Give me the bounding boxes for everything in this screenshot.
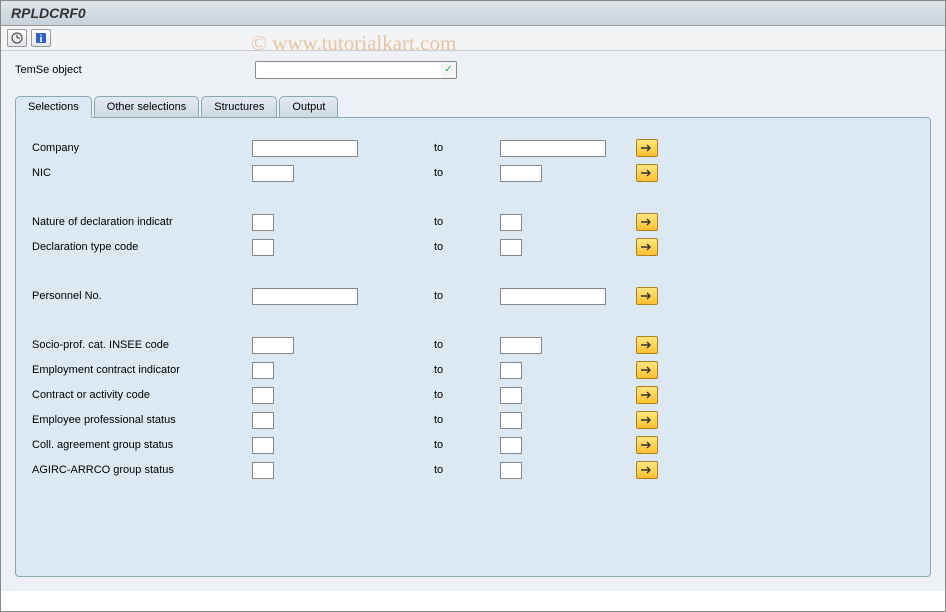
arrow-right-icon (640, 242, 654, 252)
label-emp-contract: Employment contract indicator (32, 364, 252, 376)
arrow-right-icon (640, 415, 654, 425)
row-personnel: Personnel No. to (32, 286, 914, 306)
label-emp-prof-status: Employee professional status (32, 414, 252, 426)
page-title: RPLDCRF0 (11, 5, 86, 21)
range-agirc-button[interactable] (636, 461, 658, 479)
input-personnel-to[interactable] (500, 288, 606, 305)
input-coll-agreement-to[interactable] (500, 437, 522, 454)
spacer (32, 311, 914, 333)
to-label: to (426, 241, 500, 253)
label-contract-activity: Contract or activity code (32, 389, 252, 401)
temse-section: TemSe object ✓ (1, 51, 945, 87)
range-emp-contract-button[interactable] (636, 361, 658, 379)
input-contract-activity-from[interactable] (252, 387, 274, 404)
input-socio-to[interactable] (500, 337, 542, 354)
info-button[interactable]: i (31, 29, 51, 47)
to-label: to (426, 389, 500, 401)
arrow-right-icon (640, 143, 654, 153)
input-nic-to[interactable] (500, 165, 542, 182)
to-label: to (426, 216, 500, 228)
range-decl-type-button[interactable] (636, 238, 658, 256)
to-label: to (426, 364, 500, 376)
label-decl-type: Declaration type code (32, 241, 252, 253)
label-socio: Socio-prof. cat. INSEE code (32, 339, 252, 351)
svg-text:i: i (40, 34, 43, 44)
arrow-right-icon (640, 365, 654, 375)
tab-output[interactable]: Output (279, 96, 338, 118)
input-contract-activity-to[interactable] (500, 387, 522, 404)
input-agirc-to[interactable] (500, 462, 522, 479)
tab-area: Selections Other selections Structures O… (1, 87, 945, 591)
temse-check-icon[interactable]: ✓ (441, 61, 457, 79)
info-icon: i (35, 32, 47, 44)
label-personnel: Personnel No. (32, 290, 252, 302)
range-personnel-button[interactable] (636, 287, 658, 305)
title-bar: RPLDCRF0 (1, 1, 945, 26)
input-company-from[interactable] (252, 140, 358, 157)
label-nature: Nature of declaration indicatr (32, 216, 252, 228)
spacer (32, 188, 914, 210)
to-label: to (426, 339, 500, 351)
row-socio: Socio-prof. cat. INSEE code to (32, 335, 914, 355)
row-agirc: AGIRC-ARRCO group status to (32, 460, 914, 480)
input-decl-type-from[interactable] (252, 239, 274, 256)
input-emp-prof-status-to[interactable] (500, 412, 522, 429)
input-company-to[interactable] (500, 140, 606, 157)
spacer (32, 262, 914, 284)
range-socio-button[interactable] (636, 336, 658, 354)
arrow-right-icon (640, 217, 654, 227)
label-company: Company (32, 142, 252, 154)
input-decl-type-to[interactable] (500, 239, 522, 256)
input-agirc-from[interactable] (252, 462, 274, 479)
input-emp-contract-to[interactable] (500, 362, 522, 379)
arrow-right-icon (640, 340, 654, 350)
tab-content: Company to NIC to Nature of declaration … (15, 117, 931, 577)
range-coll-agreement-button[interactable] (636, 436, 658, 454)
tab-structures[interactable]: Structures (201, 96, 277, 118)
tab-other-selections[interactable]: Other selections (94, 96, 199, 118)
arrow-right-icon (640, 291, 654, 301)
input-emp-prof-status-from[interactable] (252, 412, 274, 429)
range-emp-prof-status-button[interactable] (636, 411, 658, 429)
toolbar: i (1, 26, 945, 51)
row-nature: Nature of declaration indicatr to (32, 212, 914, 232)
row-decl-type: Declaration type code to (32, 237, 914, 257)
label-coll-agreement: Coll. agreement group status (32, 439, 252, 451)
to-label: to (426, 464, 500, 476)
execute-button[interactable] (7, 29, 27, 47)
input-personnel-from[interactable] (252, 288, 358, 305)
row-emp-prof-status: Employee professional status to (32, 410, 914, 430)
input-coll-agreement-from[interactable] (252, 437, 274, 454)
row-nic: NIC to (32, 163, 914, 183)
temse-label: TemSe object (15, 64, 255, 76)
range-nature-button[interactable] (636, 213, 658, 231)
range-nic-button[interactable] (636, 164, 658, 182)
range-company-button[interactable] (636, 139, 658, 157)
arrow-right-icon (640, 465, 654, 475)
label-nic: NIC (32, 167, 252, 179)
temse-input[interactable] (255, 61, 445, 79)
to-label: to (426, 142, 500, 154)
range-contract-activity-button[interactable] (636, 386, 658, 404)
input-emp-contract-from[interactable] (252, 362, 274, 379)
to-label: to (426, 167, 500, 179)
tabs-row: Selections Other selections Structures O… (15, 96, 931, 118)
to-label: to (426, 290, 500, 302)
input-nic-from[interactable] (252, 165, 294, 182)
arrow-right-icon (640, 168, 654, 178)
row-coll-agreement: Coll. agreement group status to (32, 435, 914, 455)
arrow-right-icon (640, 390, 654, 400)
row-emp-contract: Employment contract indicator to (32, 360, 914, 380)
row-company: Company to (32, 138, 914, 158)
input-nature-from[interactable] (252, 214, 274, 231)
row-contract-activity: Contract or activity code to (32, 385, 914, 405)
to-label: to (426, 414, 500, 426)
clock-icon (11, 32, 23, 44)
label-agirc: AGIRC-ARRCO group status (32, 464, 252, 476)
arrow-right-icon (640, 440, 654, 450)
input-nature-to[interactable] (500, 214, 522, 231)
tab-selections[interactable]: Selections (15, 96, 92, 118)
input-socio-from[interactable] (252, 337, 294, 354)
to-label: to (426, 439, 500, 451)
